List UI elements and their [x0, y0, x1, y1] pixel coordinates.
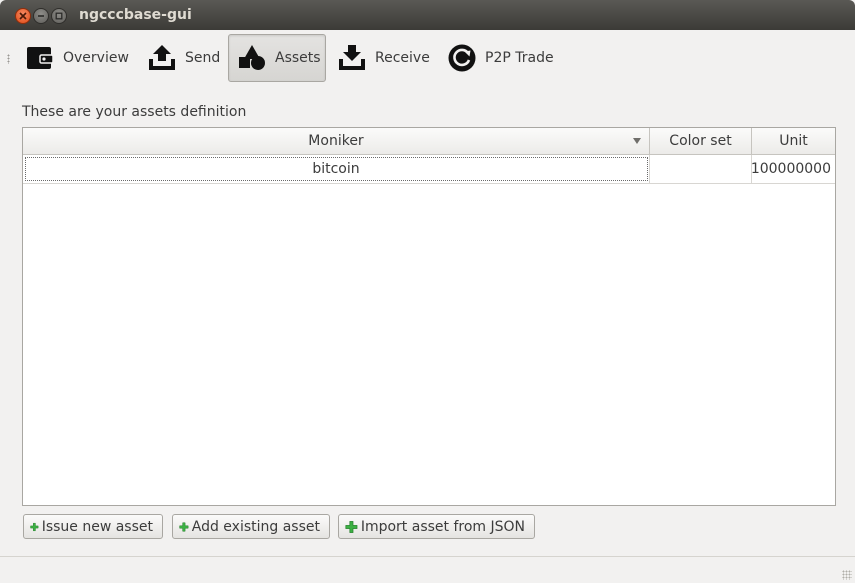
- cell-unit[interactable]: 100000000: [751, 155, 835, 183]
- issue-new-asset-label: Issue new asset: [41, 518, 153, 535]
- shapes-icon: [237, 43, 267, 73]
- tab-overview-label: Overview: [63, 50, 129, 66]
- maximize-icon: [55, 12, 63, 20]
- cell-color-set[interactable]: [650, 155, 752, 183]
- issue-new-asset-button[interactable]: Issue new asset: [23, 514, 163, 539]
- tab-send-label: Send: [185, 50, 221, 66]
- window-title: ngcccbase-gui: [79, 7, 192, 23]
- import-asset-json-button[interactable]: Import asset from JSON: [338, 514, 535, 539]
- tab-receive[interactable]: Receive: [332, 34, 432, 82]
- main-toolbar: Overview Send Assets Receive P2P Trade: [0, 30, 855, 88]
- tab-receive-label: Receive: [375, 50, 430, 66]
- wallet-icon: [25, 43, 55, 73]
- minimize-icon: [38, 15, 44, 17]
- tab-p2p-trade[interactable]: P2P Trade: [442, 34, 558, 82]
- close-window-button[interactable]: [15, 8, 31, 24]
- tab-assets[interactable]: Assets: [228, 34, 326, 82]
- column-header-unit-label: Unit: [779, 133, 808, 149]
- tab-p2p-trade-label: P2P Trade: [485, 50, 554, 66]
- table-row[interactable]: bitcoin 100000000: [23, 155, 835, 184]
- download-tray-icon: [337, 43, 367, 73]
- close-icon: [19, 12, 27, 20]
- tab-assets-label: Assets: [275, 50, 321, 66]
- column-header-moniker[interactable]: Moniker: [23, 128, 650, 154]
- upload-tray-icon: [147, 43, 177, 73]
- import-asset-json-label: Import asset from JSON: [360, 518, 525, 535]
- title-bar[interactable]: ngcccbase-gui: [0, 0, 855, 30]
- tab-overview[interactable]: Overview: [20, 34, 132, 82]
- add-existing-asset-label: Add existing asset: [191, 518, 320, 535]
- column-header-unit[interactable]: Unit: [752, 128, 835, 154]
- cell-moniker[interactable]: bitcoin: [23, 155, 650, 183]
- assets-table[interactable]: Moniker Color set Unit bitcoin 100000000: [22, 127, 836, 506]
- sync-circle-icon: [447, 43, 477, 73]
- app-window: ngcccbase-gui Overview Send Assets Recei…: [0, 0, 855, 583]
- green-plus-icon: [179, 521, 189, 532]
- tab-send[interactable]: Send: [142, 34, 224, 82]
- toolbar-grip-handle[interactable]: [7, 54, 10, 64]
- assets-description: These are your assets definition: [22, 104, 247, 120]
- maximize-window-button[interactable]: [51, 8, 67, 24]
- green-plus-icon: [30, 522, 39, 531]
- table-header: Moniker Color set Unit: [23, 128, 835, 155]
- column-header-color-set-label: Color set: [669, 133, 732, 149]
- resize-grip-handle[interactable]: [842, 570, 852, 580]
- add-existing-asset-button[interactable]: Add existing asset: [172, 514, 330, 539]
- sort-descending-icon: [633, 138, 641, 144]
- column-header-moniker-label: Moniker: [308, 133, 364, 149]
- green-plus-icon: [345, 520, 358, 533]
- column-header-color-set[interactable]: Color set: [650, 128, 752, 154]
- status-bar: [0, 556, 855, 583]
- minimize-window-button[interactable]: [33, 8, 49, 24]
